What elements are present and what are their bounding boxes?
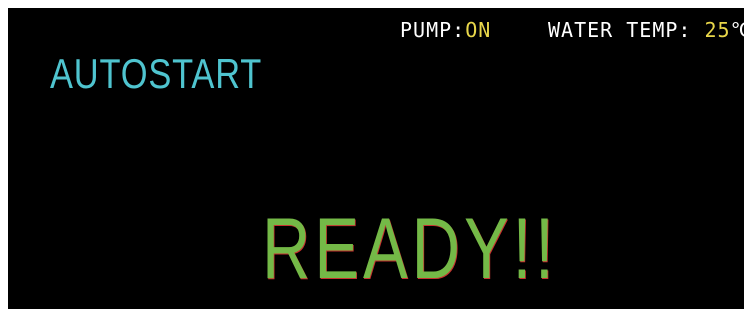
pump-label: PUMP: [400,18,466,42]
water-temp-unit: ℃ [730,18,744,42]
water-temp-status: WATER TEMP: 25℃ [548,18,744,42]
mode-title: AUTOSTART [50,50,263,97]
display-screen: PUMP:ON WATER TEMP: 25℃ AUTOSTART READY!… [8,8,744,309]
status-bar: PUMP:ON WATER TEMP: 25℃ [400,18,744,42]
water-temp-value: 25 [704,18,731,42]
water-temp-label: WATER TEMP: [548,18,692,42]
pump-value: ON [465,18,492,42]
pump-status: PUMP:ON [400,18,491,42]
ready-status: READY!! [262,201,558,297]
